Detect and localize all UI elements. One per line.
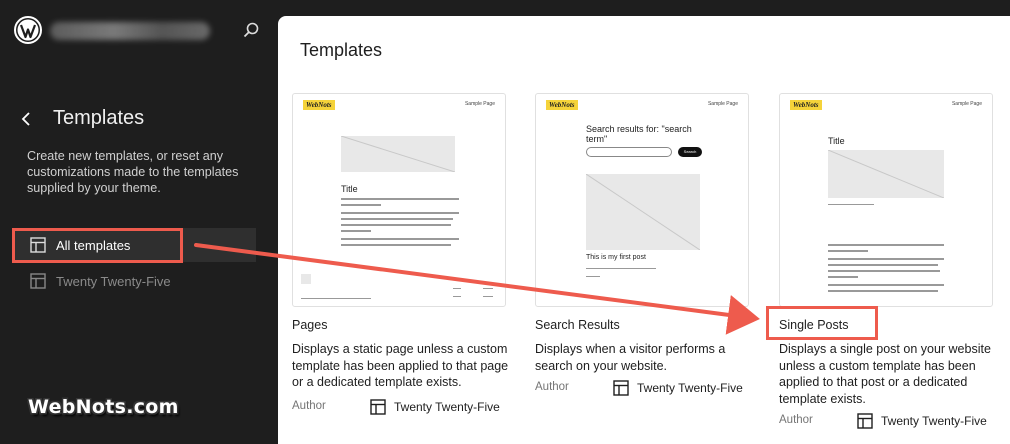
preview-search-field <box>586 147 672 157</box>
chevron-left-icon[interactable] <box>18 110 34 128</box>
author-label: Author <box>535 381 569 393</box>
sidebar-title: Templates <box>53 107 145 129</box>
preview-post-title: This is my first post <box>586 254 646 261</box>
webnots-watermark: WebNots.com <box>28 396 179 418</box>
sidebar-item-label: Twenty Twenty-Five <box>56 273 171 289</box>
preview-logo: WebNots <box>303 100 335 110</box>
page-title: Templates <box>300 40 383 60</box>
preview-heading: Search results for: "search term" <box>586 124 692 144</box>
card-title: Search Results <box>535 318 620 332</box>
card-description: Displays when a visitor performs a searc… <box>535 342 726 373</box>
highlight-box-single-posts <box>766 306 878 340</box>
card-description: Displays a static page unless a custom t… <box>292 342 509 389</box>
sidebar-description: Create new templates, or reset any custo… <box>27 149 239 195</box>
image-placeholder <box>828 150 944 198</box>
preview-logo: WebNots <box>546 100 578 110</box>
layout-icon <box>613 380 629 396</box>
author-name: Twenty Twenty-Five <box>637 381 743 395</box>
preview-nav: Sample Page <box>707 101 738 107</box>
preview-heading: Title <box>828 136 845 146</box>
template-preview[interactable]: WebNots Sample Page Title <box>292 93 506 307</box>
author-value: Twenty Twenty-Five <box>857 413 987 429</box>
search-icon[interactable] <box>243 22 259 38</box>
preview-nav: Sample Page <box>464 101 495 107</box>
wordpress-logo-icon[interactable] <box>14 16 42 44</box>
author-name: Twenty Twenty-Five <box>881 414 987 428</box>
image-placeholder <box>586 174 700 250</box>
layout-icon <box>30 273 46 289</box>
author-value: Twenty Twenty-Five <box>370 399 500 415</box>
author-value: Twenty Twenty-Five <box>613 380 743 396</box>
author-label: Author <box>779 414 813 426</box>
card-description: Displays a single post on your website u… <box>779 342 991 406</box>
preview-heading: Title <box>341 184 358 194</box>
template-preview[interactable]: WebNots Sample Page Title <box>779 93 993 307</box>
preview-search-button: Search <box>678 147 702 157</box>
templates-panel: Templates WebNots Sample Page Title Page… <box>278 16 1010 444</box>
preview-nav: Sample Page <box>951 101 982 107</box>
author-name: Twenty Twenty-Five <box>394 400 500 414</box>
site-editor: Templates Create new templates, or reset… <box>0 0 1010 444</box>
card-title: Pages <box>292 318 328 332</box>
site-name-blurred[interactable] <box>50 22 210 40</box>
layout-icon <box>370 399 386 415</box>
image-placeholder <box>341 136 455 172</box>
layout-icon <box>857 413 873 429</box>
sidebar: Templates Create new templates, or reset… <box>0 0 278 444</box>
author-label: Author <box>292 400 326 412</box>
sidebar-item-twenty-twenty-five[interactable]: Twenty Twenty-Five <box>12 264 256 298</box>
preview-logo: WebNots <box>790 100 822 110</box>
highlight-box-all-templates <box>12 228 183 263</box>
template-preview[interactable]: WebNots Sample Page Search results for: … <box>535 93 749 307</box>
